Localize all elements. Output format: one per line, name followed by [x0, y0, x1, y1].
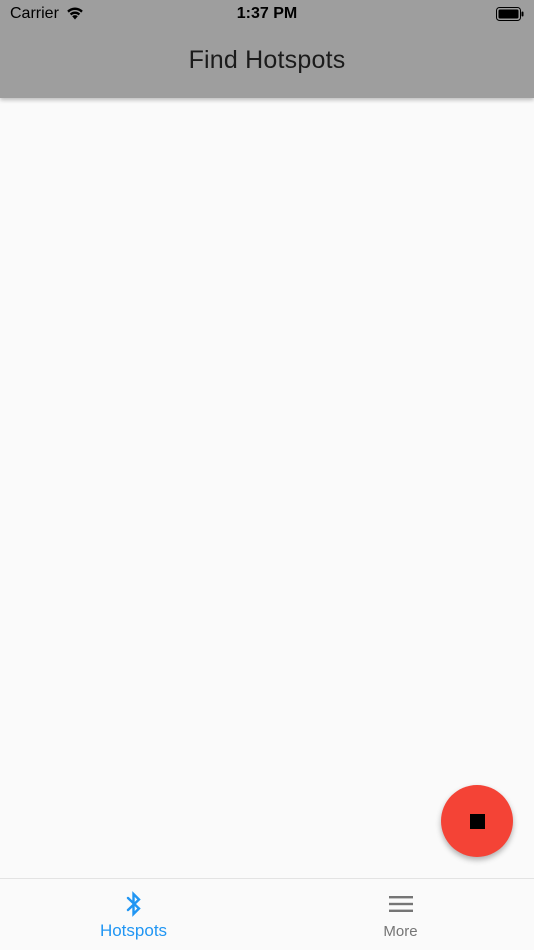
nav-item-more[interactable]: More [267, 879, 534, 950]
app-bar: Carrier 1:37 PM Find Hotspots [0, 0, 534, 98]
battery-icon [496, 7, 524, 21]
app-screen: Carrier 1:37 PM Find Hotspots Hotspots M… [0, 0, 534, 950]
stop-icon [469, 813, 485, 829]
clock: 1:37 PM [236, 5, 298, 22]
bottom-navigation: Hotspots More [0, 878, 534, 950]
menu-icon [388, 896, 413, 912]
stop-scan-button[interactable] [441, 785, 513, 857]
nav-label-more: More [383, 923, 418, 940]
nav-label-hotspots: Hotspots [99, 921, 168, 940]
page-title: Find Hotspots [188, 46, 346, 74]
hotspot-list-area [0, 98, 534, 878]
nav-item-hotspots[interactable]: Hotspots [0, 879, 267, 950]
status-bar: Carrier 1:37 PM [0, 0, 534, 28]
bluetooth-icon [126, 891, 141, 917]
